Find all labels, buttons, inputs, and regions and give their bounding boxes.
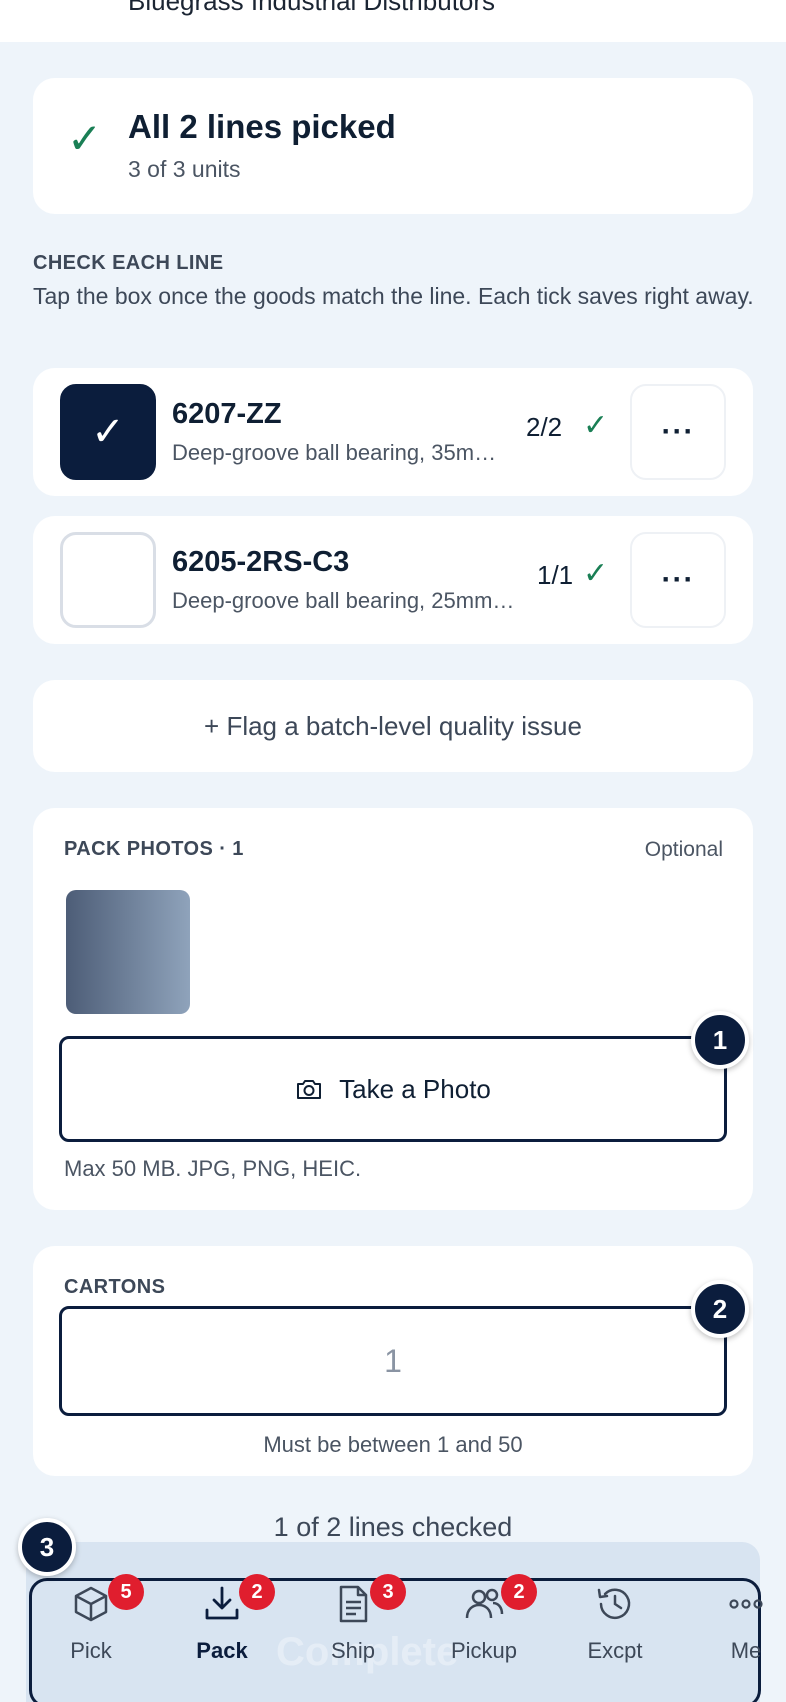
tab-ship[interactable]: Ship 3 [298, 1574, 408, 1684]
summary-subtitle: 3 of 3 units [128, 156, 241, 182]
history-icon [597, 1588, 631, 1620]
pack-photos-label: PACK PHOTOS · 1 [64, 838, 244, 860]
line-checkbox[interactable]: ✓ [60, 384, 156, 480]
line-quantity: 2/2 [526, 412, 563, 442]
line-description: Deep-groove ball bearing, 35mm bore [172, 440, 502, 465]
tab-pack[interactable]: Pack 2 [167, 1574, 277, 1684]
check-section-help: Tap the box once the goods match the lin… [33, 283, 754, 309]
tab-pickup-badge: 2 [501, 1574, 537, 1610]
top-bar: Bluegrass Industrial Distributors [0, 0, 786, 42]
photo-size-hint: Max 50 MB. JPG, PNG, HEIC. [64, 1156, 362, 1181]
line-quantity: 1/1 [537, 560, 574, 590]
annotation-marker-3: 3 [18, 1518, 76, 1576]
line-item: ✓ 6207-ZZ Deep-groove ball bearing, 35mm… [33, 368, 753, 496]
pick-summary-card: ✓ All 2 lines picked 3 of 3 units [33, 78, 753, 214]
line-description: Deep-groove ball bearing, 25mm bore [172, 588, 517, 613]
flag-quality-issue-button[interactable]: + Flag a batch-level quality issue [33, 680, 753, 772]
pack-photos-card: PACK PHOTOS · 1 Optional Take a Photo Ma… [33, 808, 753, 1210]
optional-label: Optional [644, 838, 723, 861]
box-icon [74, 1586, 108, 1622]
line-more-button[interactable]: ··· [630, 532, 726, 628]
download-tray-icon [205, 1586, 239, 1620]
line-checkbox[interactable] [60, 532, 156, 628]
summary-title: All 2 lines picked [128, 108, 396, 145]
line-sku: 6205-2RS-C3 [172, 546, 350, 578]
lines-checked-progress: 1 of 2 lines checked [273, 1512, 513, 1542]
tab-me-label: Me [730, 1638, 762, 1663]
tab-ship-badge: 3 [370, 1574, 406, 1610]
cartons-card: CARTONS 1 Must be between 1 and 50 [33, 1246, 753, 1476]
check-section-label: CHECK EACH LINE [33, 252, 224, 274]
tab-pick[interactable]: Pick 5 [36, 1574, 146, 1684]
line-check-icon: ✓ [583, 557, 609, 590]
document-icon [339, 1585, 368, 1623]
tab-exceptions[interactable]: Excpt [560, 1574, 670, 1684]
annotation-marker-2: 2 [691, 1280, 749, 1338]
tab-pick-label: Pick [70, 1638, 112, 1663]
check-icon: ✓ [67, 115, 103, 162]
tab-me[interactable]: Me [691, 1574, 786, 1684]
tab-exceptions-label: Excpt [587, 1638, 643, 1663]
cartons-label: CARTONS [64, 1276, 166, 1298]
tab-ship-label: Ship [330, 1638, 376, 1663]
camera-icon [297, 1080, 322, 1099]
line-item: 6205-2RS-C3 Deep-groove ball bearing, 25… [33, 516, 753, 644]
photo-thumbnail[interactable] [66, 890, 190, 1014]
tab-pickup[interactable]: Pickup 2 [429, 1574, 539, 1684]
line-check-icon: ✓ [583, 409, 609, 442]
tab-pickup-label: Pickup [450, 1638, 518, 1663]
flag-quality-issue-label: + Flag a batch-level quality issue [204, 710, 582, 741]
line-sku: 6207-ZZ [172, 398, 282, 430]
annotation-marker-1: 1 [691, 1011, 749, 1069]
take-photo-button[interactable]: Take a Photo [59, 1036, 727, 1142]
more-icon [729, 1599, 763, 1609]
customer-name: Bluegrass Industrial Distributors [128, 0, 496, 16]
cartons-input-value: 1 [384, 1342, 402, 1379]
tab-pick-badge: 5 [108, 1574, 144, 1610]
tab-pack-badge: 2 [239, 1574, 275, 1610]
line-more-button[interactable]: ··· [630, 384, 726, 480]
tab-pack-label: Pack [196, 1638, 248, 1663]
cartons-range-hint: Must be between 1 and 50 [263, 1432, 523, 1457]
take-photo-label: Take a Photo [339, 1073, 491, 1104]
people-icon [465, 1588, 504, 1619]
bottom-tab-bar: Complete Pick 5 Pack 2 Ship 3 Pickup 2 E… [26, 1542, 763, 1702]
cartons-input[interactable]: 1 [59, 1306, 727, 1416]
